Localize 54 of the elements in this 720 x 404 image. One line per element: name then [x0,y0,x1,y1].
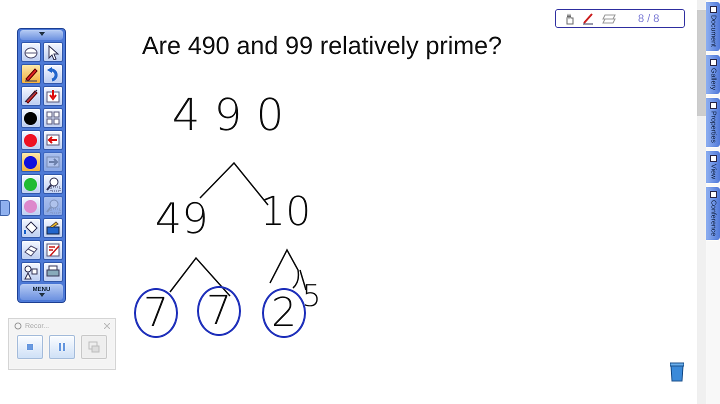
magnifier-tool-button[interactable] [42,174,62,194]
stop-button[interactable] [17,335,43,359]
mouse-tool-button[interactable] [20,42,40,62]
collapse-arrow-icon[interactable] [20,30,63,40]
windows-icon [88,341,100,353]
stop-icon [24,341,36,353]
eraser-tool-button[interactable] [20,240,40,260]
circled-number: 2 [262,288,306,338]
toolbox-icon [44,220,60,236]
undo-tool-button[interactable] [42,64,62,84]
pen-icon [22,88,38,104]
scrollbar[interactable] [697,0,706,404]
undo-icon [44,66,60,82]
circled-number: 7 [134,288,178,338]
document-pen-icon [44,242,60,258]
trash-icon[interactable] [670,362,684,382]
bucket-tool-button[interactable] [20,218,40,238]
recorder-icon [14,322,22,330]
color-swatch-button[interactable] [20,196,40,216]
pen-icon [22,66,38,82]
pages-icon[interactable] [602,14,616,24]
handwritten-number: 49 [155,198,208,240]
grid-icon [44,110,60,126]
color-swatch-button[interactable] [20,130,40,150]
pen-icon[interactable] [582,12,594,24]
page-title: Are 490 and 99 relatively prime? [142,32,502,61]
pen-tool-button[interactable] [20,64,40,84]
color-swatch-button[interactable] [20,174,40,194]
hand-icon[interactable] [564,12,574,24]
shapes-tool-button[interactable] [20,262,40,282]
handwritten-number: 10 [260,192,311,232]
toolbox-tool-button[interactable] [42,218,62,238]
pause-icon [56,341,68,353]
pointer-tool-button[interactable] [42,42,62,62]
branch-line [169,256,231,296]
page-number: 8 / 8 [638,12,660,24]
circled-number: 7 [197,286,241,336]
magnifier-icon [44,198,60,214]
down-arrow-icon [44,88,60,104]
previous-tool-button[interactable] [42,130,62,150]
insert-page-tool-button[interactable] [42,86,62,106]
settings-tool-button[interactable] [42,240,62,260]
pen-eraser-tool-button[interactable] [20,86,40,106]
handwritten-number: 4 9 0 [172,94,284,138]
printer-tool-button[interactable] [42,262,62,282]
pause-button[interactable] [49,335,75,359]
magnifier-icon [44,176,60,192]
color-swatch-button[interactable] [20,108,40,128]
shapes-icon [22,264,38,280]
branch-line [269,249,307,291]
caret-icon [38,292,46,298]
grid-tool-button[interactable] [42,108,62,128]
color-swatch-button[interactable] [20,152,40,172]
expand-tab-icon[interactable] [0,200,10,216]
